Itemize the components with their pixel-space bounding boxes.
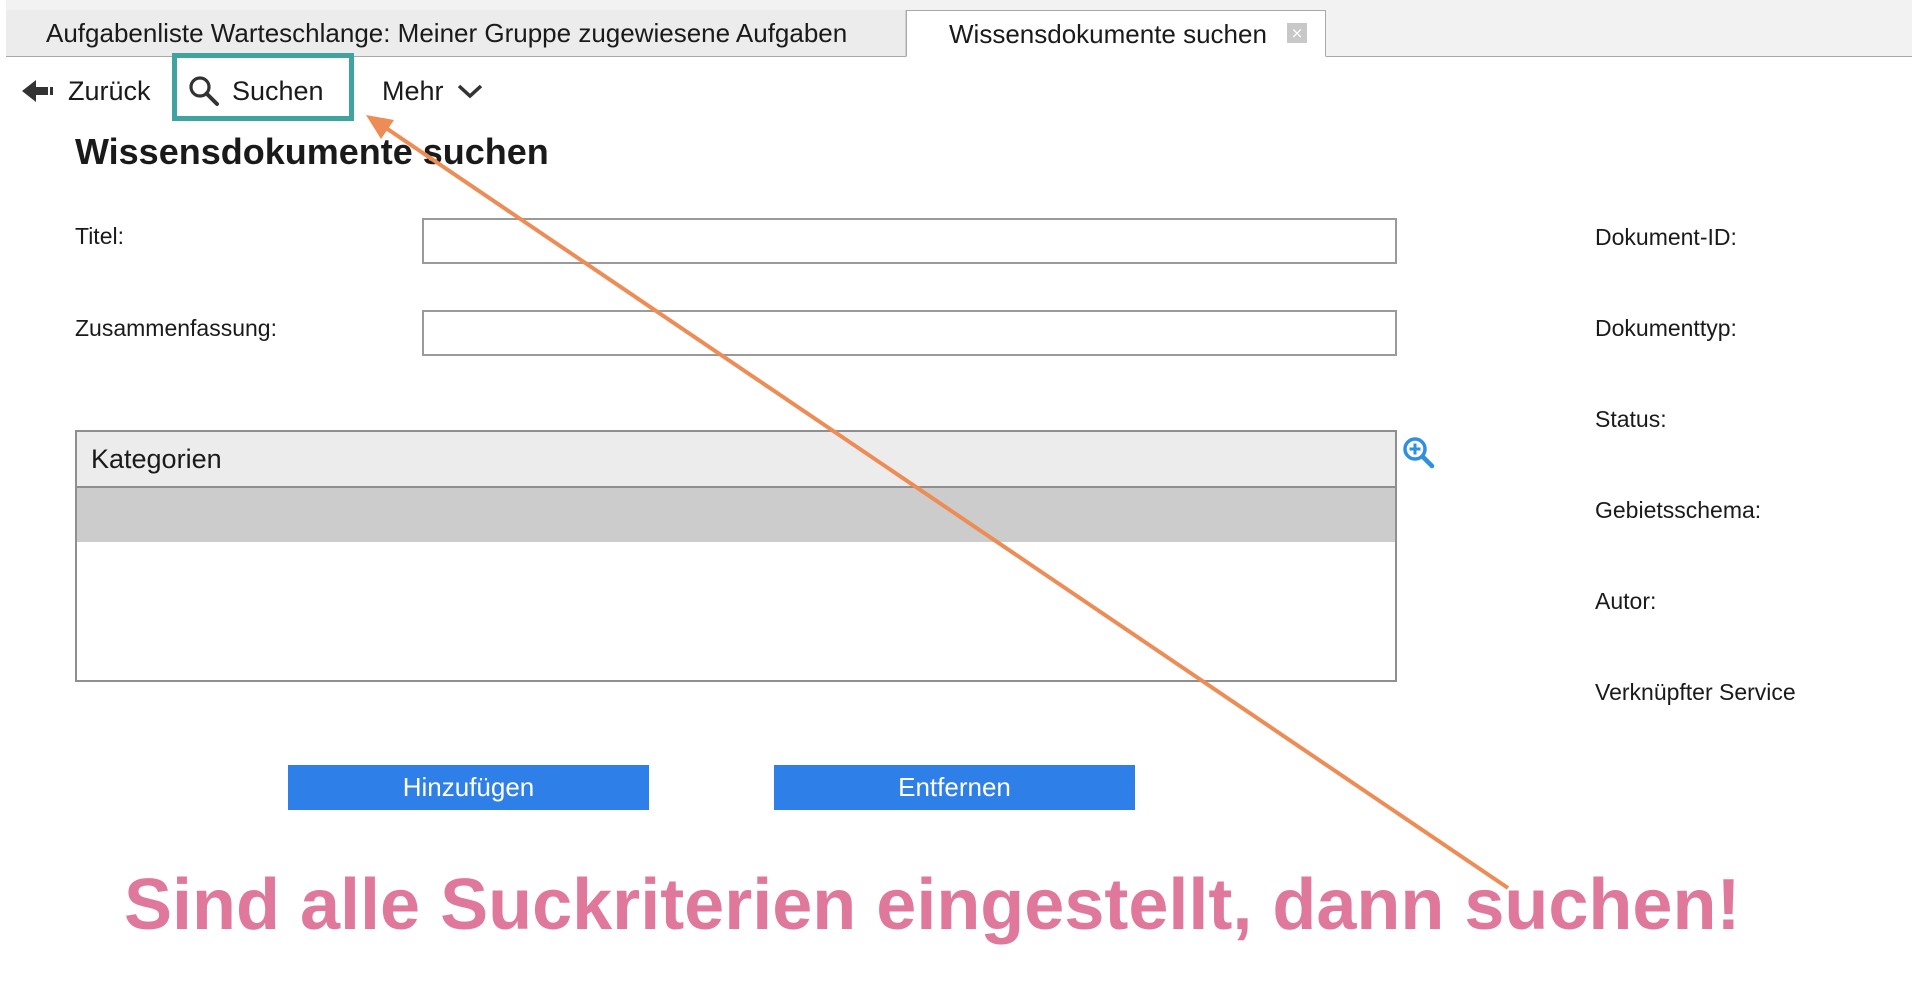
annotation-text: Sind alle Suckriterien eingestellt, dann…: [124, 865, 1741, 945]
annotation-arrow: [366, 115, 1510, 890]
